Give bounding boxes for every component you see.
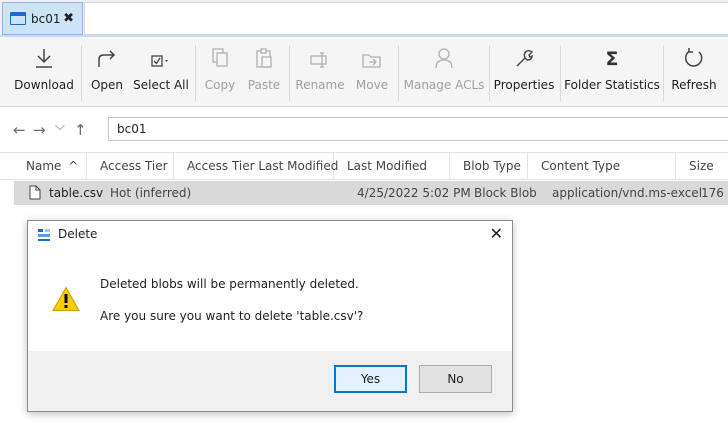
column-header-access-tier-last-modified[interactable]: Access Tier Last Modified [174,153,338,180]
grid-header: Name ^ Access Tier Access Tier Last Modi… [0,152,728,180]
copy-label: Copy [204,78,236,92]
navigation-bar: ← → ⌵ ↑ bc01 [0,108,728,150]
container-icon [10,12,26,25]
column-header-content-type[interactable]: Content Type [528,153,676,180]
copy-button[interactable]: Copy [202,37,238,107]
column-header-last-modified[interactable]: Last Modified [334,153,450,180]
cell-content-type: application/vnd.ms-excel [552,186,703,200]
refresh-button[interactable]: Refresh [670,37,718,107]
rename-label: Rename [295,78,345,92]
cell-size: 176 B [701,186,728,200]
dialog-title: Delete [58,227,98,241]
rename-button[interactable]: Rename [295,37,345,107]
dialog-close-icon[interactable]: ✕ [490,224,503,243]
toolbar-divider [398,45,399,101]
toolbar-divider [81,45,82,101]
yes-button[interactable]: Yes [334,365,407,393]
download-button[interactable]: Download [14,37,74,107]
select-all-icon [150,37,172,71]
open-icon [96,37,118,71]
paste-label: Paste [247,78,281,92]
paste-icon [254,37,274,71]
refresh-icon [683,37,705,71]
file-icon [29,181,41,205]
column-header-access-tier[interactable]: Access Tier [87,153,174,180]
toolbar-divider [560,45,561,101]
dialog-body: Deleted blobs will be permanently delete… [28,250,512,411]
properties-label: Properties [493,78,555,92]
dialog-message-question: Are you sure you want to delete 'table.c… [100,309,364,323]
tab-close-icon[interactable]: ✖ [63,11,74,26]
cell-name: table.csv [49,186,104,200]
storage-explorer-icon [37,228,51,242]
delete-dialog: Delete ✕ Deleted blobs will be permanent… [27,220,513,412]
cell-blob-type: Block Blob [474,186,537,200]
manage-acls-icon [434,37,454,71]
select-all-label: Select All [133,78,189,92]
forward-arrow-icon[interactable]: → [33,121,46,139]
download-icon [34,37,54,71]
column-header-blob-type[interactable]: Blob Type [450,153,528,180]
no-button[interactable]: No [419,365,492,393]
address-input[interactable]: bc01 [108,117,728,141]
properties-button[interactable]: Properties [494,37,554,107]
move-button[interactable]: Move [352,37,392,107]
manage-acls-button[interactable]: Manage ACLs [403,37,485,107]
paste-button[interactable]: Paste [246,37,282,107]
toolbar-divider [489,45,490,101]
column-header-label: Name [26,159,62,173]
move-label: Move [355,78,389,92]
folder-statistics-label: Folder Statistics [564,78,660,92]
sigma-icon: Σ [605,48,619,70]
select-all-button[interactable]: Select All [133,37,189,107]
download-label: Download [14,78,74,92]
sort-ascending-icon: ^ [68,159,79,173]
dialog-footer: Yes No [28,351,512,411]
dialog-message-warning: Deleted blobs will be permanently delete… [100,277,359,291]
open-label: Open [90,78,124,92]
refresh-label: Refresh [671,78,717,92]
folder-statistics-button[interactable]: Σ Folder Statistics [564,37,660,107]
wrench-icon [514,37,534,71]
manage-acls-label: Manage ACLs [403,78,485,92]
toolbar: Download Open Select All Copy Paste Rena… [0,37,728,107]
back-arrow-icon[interactable]: ← [13,121,26,139]
toolbar-divider [663,45,664,101]
move-icon [361,37,383,71]
cell-last-modified: 4/25/2022 5:02 PM [357,186,471,200]
toolbar-divider [289,45,290,101]
tab-label: bc01 [31,11,61,26]
open-button[interactable]: Open [88,37,126,107]
tab-strip: bc01 ✖ [0,0,728,37]
toolbar-divider [195,45,196,101]
cell-access-tier: Hot (inferred) [110,186,192,200]
warning-icon [52,286,80,315]
column-header-size[interactable]: Size [676,153,728,180]
dialog-title-bar: Delete ✕ [28,221,512,250]
up-arrow-icon[interactable]: ↑ [74,121,87,139]
copy-icon [210,37,230,71]
tab-strip-fill [84,2,728,35]
column-header-name[interactable]: Name ^ [13,153,87,180]
tab-bc01[interactable]: bc01 ✖ [2,2,83,35]
chevron-down-icon[interactable]: ⌵ [55,119,65,134]
rename-icon [309,37,331,71]
table-row[interactable]: table.csv Hot (inferred) 4/25/2022 5:02 … [14,181,728,205]
